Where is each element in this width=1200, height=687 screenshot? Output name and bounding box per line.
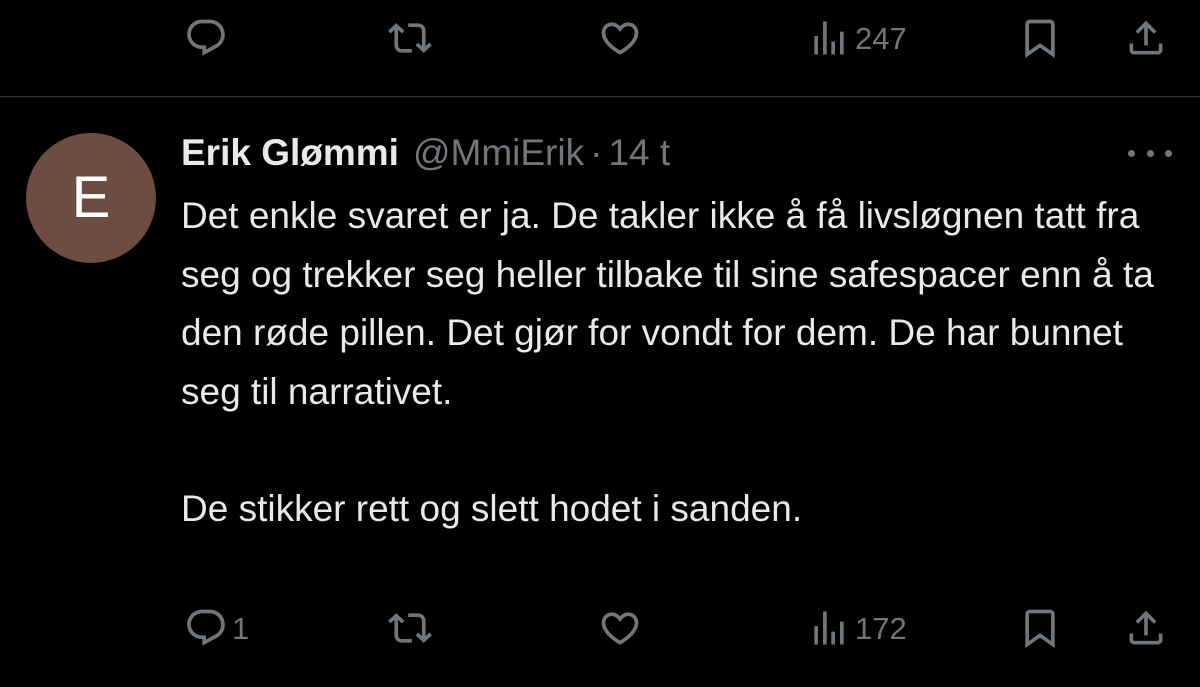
like-button[interactable]	[598, 16, 646, 60]
tweet-timestamp[interactable]: 14 t	[608, 132, 670, 174]
views-button[interactable]: 172	[807, 606, 907, 650]
bookmark-button[interactable]	[1018, 606, 1062, 650]
bookmark-icon	[1025, 19, 1055, 59]
views-icon	[814, 611, 844, 645]
share-icon	[1129, 20, 1163, 55]
retweet-icon	[388, 23, 432, 53]
share-button[interactable]	[1124, 16, 1168, 60]
views-icon	[814, 21, 844, 55]
views-count: 247	[855, 20, 907, 56]
views-count: 172	[855, 610, 907, 646]
avatar[interactable]: E	[26, 133, 156, 263]
reply-button[interactable]: 1	[184, 606, 249, 650]
like-button[interactable]	[598, 606, 646, 650]
like-icon	[601, 612, 639, 645]
tweet-action-bar: 1 172	[0, 598, 1200, 658]
share-icon	[1129, 610, 1163, 645]
share-button[interactable]	[1124, 606, 1168, 650]
header-separator: ·	[590, 132, 603, 173]
author-name[interactable]: Erik Glømmi	[181, 132, 399, 174]
tweet-divider	[0, 96, 1200, 97]
tweet-paragraph: De stikker rett og slett hodet i sanden.	[181, 487, 803, 529]
more-icon[interactable]	[1128, 138, 1172, 168]
like-icon	[601, 22, 639, 55]
reply-icon	[187, 609, 225, 646]
bookmark-icon	[1025, 609, 1055, 649]
avatar-letter: E	[71, 165, 111, 230]
reply-count: 1	[232, 610, 250, 646]
retweet-button[interactable]	[388, 606, 436, 650]
top-action-bar: 247	[0, 8, 1200, 68]
reply-button[interactable]	[184, 16, 232, 60]
retweet-icon	[388, 613, 432, 643]
tweet-text: Det enkle svaret er ja. De takler ikke å…	[181, 187, 1181, 538]
author-handle[interactable]: @MmiErik	[413, 132, 584, 174]
bookmark-button[interactable]	[1018, 16, 1062, 60]
tweet-paragraph: Det enkle svaret er ja. De takler ikke å…	[181, 195, 1154, 412]
reply-icon	[187, 19, 225, 56]
tweet-header: Erik Glømmi @MmiErik · 14 t	[181, 128, 670, 178]
views-button[interactable]: 247	[807, 16, 907, 60]
retweet-button[interactable]	[388, 16, 436, 60]
